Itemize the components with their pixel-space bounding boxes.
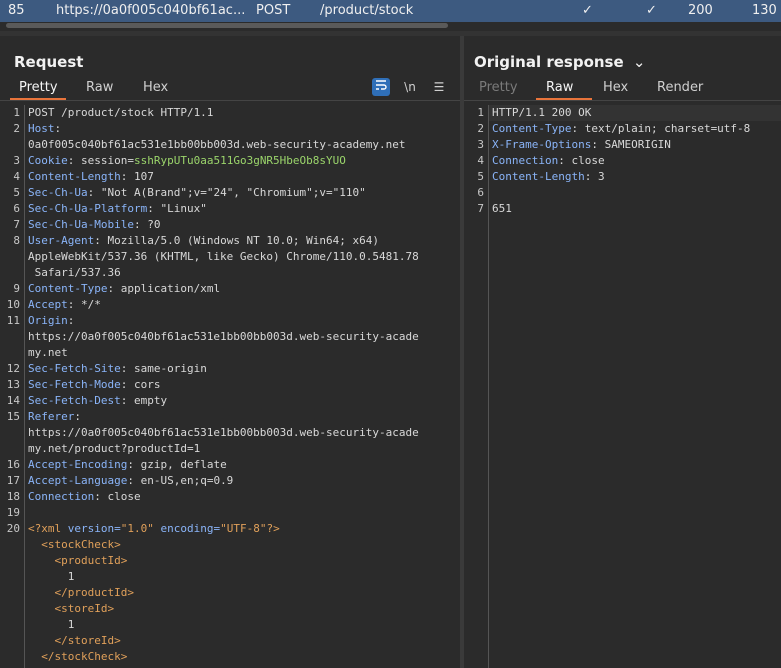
code-line: my.net <box>28 346 68 359</box>
code-line: <stockCheck> <box>28 538 121 551</box>
line-number: 1 <box>477 106 484 119</box>
row-host: https://0a0f005c040bf61ac... <box>56 3 246 18</box>
request-tab-raw[interactable]: Raw <box>86 80 113 95</box>
code-line: Accept-Language: en-US,en;q=0.9 <box>28 474 234 487</box>
line-number: 5 <box>13 186 20 199</box>
code-line: </stockCheck> <box>28 650 128 663</box>
code-line: my.net/product?productId=1 <box>28 442 201 455</box>
line-number: 9 <box>13 282 20 295</box>
line-number: 8 <box>13 234 20 247</box>
response-tab-render[interactable]: Render <box>657 80 703 95</box>
row-number: 85 <box>8 3 25 18</box>
line-number: 6 <box>477 186 484 199</box>
code-line: Cookie: session=sshRypUTu0aa511Go3gNR5Hb… <box>28 154 346 167</box>
code-line: https://0a0f005c040bf61ac531e1bb00bb003d… <box>28 426 419 439</box>
code-line: <?xml version="1.0" encoding="UTF-8"?> <box>28 522 280 535</box>
line-number: 4 <box>477 154 484 167</box>
menu-icon[interactable]: ☰ <box>430 78 448 96</box>
code-line: Sec-Ch-Ua-Mobile: ?0 <box>28 218 161 231</box>
line-number: 13 <box>6 378 20 391</box>
response-title[interactable]: Original response ⌄ <box>474 53 645 71</box>
edited-check-icon: ✓ <box>646 3 657 18</box>
scrollbar-thumb[interactable] <box>6 23 448 28</box>
newline-toggle-icon[interactable]: \n <box>401 78 419 96</box>
response-editor[interactable]: 1 2 3 4 5 6 7 HTTP/1.1 200 OK Content-Type: text… <box>464 105 781 668</box>
line-number: 14 <box>6 394 20 407</box>
line-number: 2 <box>13 122 20 135</box>
code-line: Content-Length: 3 <box>492 170 605 183</box>
code-line: Safari/537.36 <box>28 266 121 279</box>
code-line: 1 <box>28 618 75 631</box>
response-pane: Original response ⌄ Pretty Raw Hex Rende… <box>464 36 781 668</box>
line-number: 10 <box>6 298 20 311</box>
params-check-icon: ✓ <box>582 3 593 18</box>
code-line: Content-Type: text/plain; charset=utf-8 <box>492 122 751 135</box>
code-line: Accept: */* <box>28 298 101 311</box>
code-line: Content-Length: 107 <box>28 170 154 183</box>
code-line: AppleWebKit/537.36 (KHTML, like Gecko) C… <box>28 250 419 263</box>
code-line: Sec-Fetch-Dest: empty <box>28 394 168 407</box>
line-number: 1 <box>13 106 20 119</box>
code-line: </storeId> <box>28 634 121 647</box>
line-number: 6 <box>13 202 20 215</box>
line-number: 19 <box>6 506 20 519</box>
row-method: POST <box>256 3 291 18</box>
code-line: Sec-Fetch-Mode: cors <box>28 378 161 391</box>
row-length: 130 <box>752 3 777 18</box>
code-line: HTTP/1.1 200 OK <box>492 106 592 119</box>
code-line: </productId> <box>28 586 134 599</box>
chevron-down-icon[interactable]: ⌄ <box>633 53 646 71</box>
code-line: <storeId> <box>28 602 115 615</box>
word-wrap-icon[interactable] <box>372 78 390 96</box>
code-line: 0a0f005c040bf61ac531e1bb00bb003d.web-sec… <box>28 138 406 151</box>
code-line: Sec-Ch-Ua: "Not A(Brand";v="24", "Chromi… <box>28 186 366 199</box>
line-number: 20 <box>6 522 20 535</box>
line-number: 12 <box>6 362 20 375</box>
line-number: 7 <box>13 218 20 231</box>
code-line: Host: <box>28 122 62 135</box>
line-number: 2 <box>477 122 484 135</box>
line-number: 18 <box>6 490 20 503</box>
request-editor[interactable]: 1 2 3 4 5 6 7 8 9 10 11 12 13 14 15 16 17 18 19 20 POST /pro… <box>0 105 460 668</box>
request-tab-hex[interactable]: Hex <box>143 80 168 95</box>
code-line: X-Frame-Options: SAMEORIGIN <box>492 138 671 151</box>
line-number: 11 <box>6 314 20 327</box>
request-title: Request <box>14 53 84 71</box>
line-number: 3 <box>477 138 484 151</box>
request-pane: Request Pretty Raw Hex \n ☰ 1 2 3 4 5 6 7 8 9 10 1… <box>0 36 460 668</box>
row-url: /product/stock <box>320 3 414 18</box>
code-line: https://0a0f005c040bf61ac531e1bb00bb003d… <box>28 330 419 343</box>
line-number: 17 <box>6 474 20 487</box>
line-number: 4 <box>13 170 20 183</box>
code-line: 651 <box>492 202 512 215</box>
line-number: 5 <box>477 170 484 183</box>
line-number: 7 <box>477 202 484 215</box>
request-tab-pretty[interactable]: Pretty <box>19 80 58 95</box>
response-tab-hex[interactable]: Hex <box>603 80 628 95</box>
code-line: Connection: close <box>492 154 605 167</box>
line-number: 15 <box>6 410 20 423</box>
response-tab-pretty[interactable]: Pretty <box>479 80 518 95</box>
line-number: 3 <box>13 154 20 167</box>
code-line: Connection: close <box>28 490 141 503</box>
history-row-selected[interactable]: 85 https://0a0f005c040bf61ac... POST /pr… <box>0 0 781 22</box>
code-line: Referer: <box>28 410 81 423</box>
code-line: Origin: <box>28 314 75 327</box>
code-line: <productId> <box>28 554 128 567</box>
code-line: Sec-Ch-Ua-Platform: "Linux" <box>28 202 207 215</box>
code-line: Sec-Fetch-Site: same-origin <box>28 362 207 375</box>
history-scrollbar[interactable] <box>0 22 781 30</box>
line-number: 16 <box>6 458 20 471</box>
code-line: POST /product/stock HTTP/1.1 <box>28 106 214 119</box>
code-line: Content-Type: application/xml <box>28 282 221 295</box>
row-status: 200 <box>688 3 713 18</box>
code-line: User-Agent: Mozilla/5.0 (Windows NT 10.0… <box>28 234 380 247</box>
response-title-label: Original response <box>474 53 624 71</box>
response-tab-raw[interactable]: Raw <box>546 80 573 95</box>
code-line: 1 <box>28 570 75 583</box>
code-line: Accept-Encoding: gzip, deflate <box>28 458 227 471</box>
